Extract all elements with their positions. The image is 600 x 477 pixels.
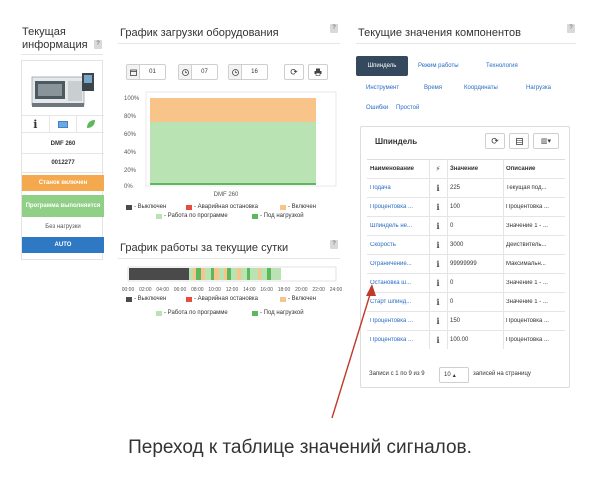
caption-text: Переход к таблице значений сигналов. (128, 437, 472, 458)
annotation-arrow (331, 284, 376, 419)
